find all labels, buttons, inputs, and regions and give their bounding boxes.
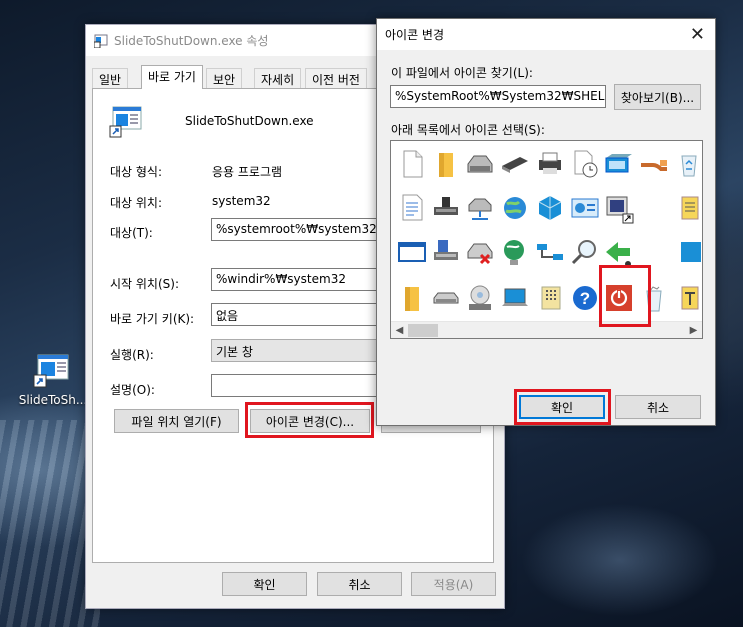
svg-text:?: ? — [580, 289, 590, 308]
window-icon[interactable] — [396, 236, 428, 268]
keypad-icon[interactable] — [534, 282, 566, 314]
browse-button[interactable]: 찾아보기(B)... — [614, 84, 701, 110]
floppy-drive-icon[interactable] — [430, 236, 462, 268]
tab-security[interactable]: 보안 — [206, 68, 243, 88]
target-type-label: 대상 형식: — [110, 165, 163, 179]
cancel-button[interactable]: 취소 — [615, 395, 701, 419]
folder-icon[interactable] — [430, 148, 462, 180]
change-icon-title: 아이콘 변경 — [385, 28, 445, 42]
scroll-right-icon[interactable]: ▶ — [685, 322, 702, 338]
help-icon[interactable]: ? — [569, 282, 601, 314]
memory-chip-icon[interactable] — [499, 148, 531, 180]
icon-list[interactable]: ? ◀ ▶ — [390, 140, 703, 339]
network-drive-icon[interactable] — [430, 192, 462, 224]
apply-button[interactable]: 적용(A) — [411, 572, 496, 596]
run-arrow-icon[interactable] — [603, 236, 635, 268]
app-window-icon — [32, 353, 74, 389]
icon-file-path-input[interactable]: %SystemRoot%₩System32₩SHELL32.dll — [390, 85, 606, 108]
program-shortcut-icon[interactable] — [603, 192, 635, 224]
open-folder-icon[interactable] — [396, 282, 428, 314]
network-cube-icon[interactable] — [534, 192, 566, 224]
blank-document-icon[interactable] — [396, 148, 428, 180]
target-type-value: 응용 프로그램 — [212, 165, 283, 179]
network-server-icon[interactable] — [464, 192, 496, 224]
power-icon-highlight — [599, 265, 651, 327]
icon-list-scrollbar[interactable]: ◀ ▶ — [391, 321, 702, 338]
scroll-left-icon[interactable]: ◀ — [391, 322, 408, 338]
tab-previous-versions[interactable]: 이전 버전 — [305, 68, 367, 88]
laptop-icon[interactable] — [499, 282, 531, 314]
cancel-button[interactable]: 취소 — [317, 572, 402, 596]
file-shortcut-icon — [109, 106, 142, 138]
hotkey-label: 바로 가기 키(K): — [110, 312, 195, 326]
ok-button[interactable]: 확인 — [222, 572, 307, 596]
disconnected-drive-icon[interactable] — [464, 236, 496, 268]
start-in-label: 시작 위치(S): — [110, 277, 179, 291]
file-name: SlideToShutDown.exe — [185, 114, 314, 128]
network-connections-icon[interactable] — [534, 236, 566, 268]
run-label: 실행(R): — [110, 348, 154, 362]
tab-shortcut[interactable]: 바로 가기 — [141, 65, 203, 89]
notepad-icon[interactable] — [673, 192, 703, 224]
control-panel-icon[interactable] — [569, 192, 601, 224]
close-icon[interactable]: ✕ — [690, 24, 705, 45]
change-icon-titlebar[interactable]: 아이콘 변경 — [377, 19, 715, 50]
recycle-bin-icon[interactable] — [673, 148, 703, 180]
target-location-label: 대상 위치: — [110, 196, 163, 210]
tab-general[interactable]: 일반 — [92, 68, 129, 88]
find-icons-label: 이 파일에서 아이콘 찾기(L): — [391, 66, 533, 80]
target-label: 대상(T): — [110, 226, 153, 240]
cd-drive-icon[interactable] — [464, 282, 496, 314]
drive-icon[interactable] — [464, 148, 496, 180]
tools-notepad-icon[interactable] — [673, 282, 703, 314]
globe-network-icon[interactable] — [499, 236, 531, 268]
monitor-window-icon[interactable] — [603, 148, 635, 180]
search-icon[interactable] — [569, 236, 601, 268]
app-small-icon — [94, 34, 108, 48]
target-location-value: system32 — [212, 194, 271, 208]
select-icon-label: 아래 목록에서 아이콘 선택(S): — [391, 123, 545, 137]
text-document-icon[interactable] — [396, 192, 428, 224]
blue-square-icon[interactable] — [673, 236, 703, 268]
removable-drive-icon[interactable] — [430, 282, 462, 314]
comment-label: 설명(O): — [110, 383, 155, 397]
open-file-location-button[interactable]: 파일 위치 열기(F) — [114, 409, 239, 433]
properties-title: SlideToShutDown.exe 속성 — [114, 34, 269, 48]
scroll-thumb[interactable] — [408, 324, 438, 337]
desktop-shortcut[interactable]: SlideToSh... — [14, 353, 92, 407]
printer-icon[interactable] — [534, 148, 566, 180]
change-icon-highlight — [245, 402, 374, 438]
document-clock-icon[interactable] — [569, 148, 601, 180]
tab-details[interactable]: 자세히 — [254, 68, 302, 88]
desktop-shortcut-label: SlideToSh... — [18, 393, 88, 407]
change-icon-dialog: 아이콘 변경 ✕ 이 파일에서 아이콘 찾기(L): %SystemRoot%₩… — [376, 18, 716, 426]
share-hand-icon[interactable] — [638, 148, 670, 180]
ok-button-highlight — [514, 389, 611, 425]
internet-globe-icon[interactable] — [499, 192, 531, 224]
